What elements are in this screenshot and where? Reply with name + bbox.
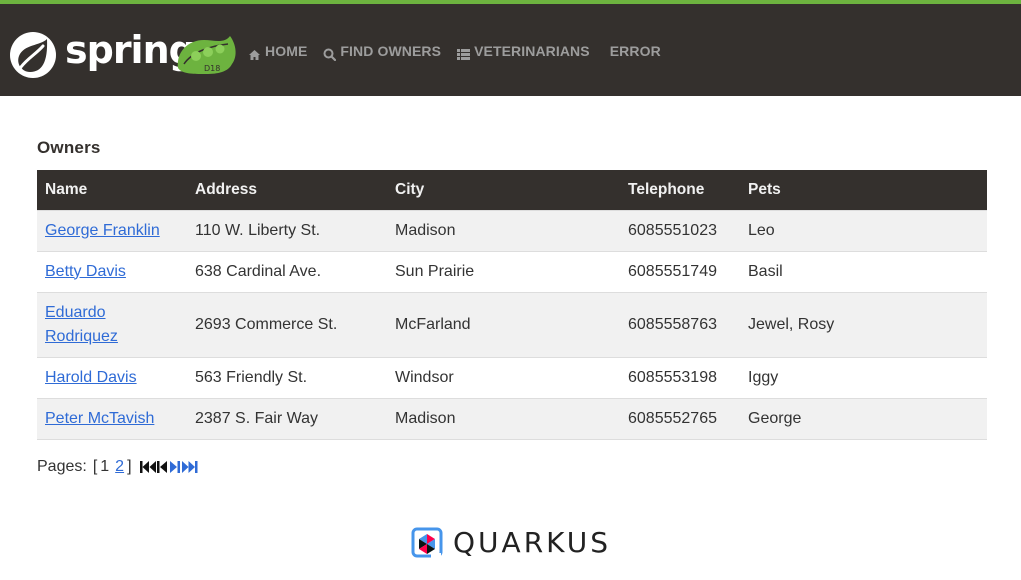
spring-leaf-icon (10, 32, 56, 78)
owner-name-link[interactable]: Betty Davis (45, 263, 126, 280)
nav-veterinarians[interactable]: VETERINARIANS (457, 40, 590, 62)
pagination: Pages: [ 1 2 ] (37, 458, 198, 476)
column-header-city: City (395, 180, 425, 198)
owner-pets: Basil (740, 250, 987, 292)
nav-error[interactable]: ERROR (610, 40, 661, 62)
owner-telephone: 6085552765 (620, 397, 740, 440)
pea-pod-icon: D18 (177, 36, 236, 74)
owner-telephone: 6085553198 (620, 356, 740, 398)
owner-telephone: 6085551749 (620, 250, 740, 292)
column-header-pets: Pets (748, 180, 781, 198)
page-title: Owners (37, 138, 101, 157)
first-page-icon[interactable] (139, 460, 157, 474)
owner-name-line1: Eduardo (45, 303, 106, 321)
search-icon (323, 45, 337, 61)
main-nav: HOME FIND OWNERS VETERINARIANS ERROR (248, 40, 677, 62)
previous-page-icon[interactable] (156, 460, 169, 474)
nav-find-owners-label: FIND OWNERS (340, 43, 442, 59)
page-2-link[interactable]: 2 (115, 458, 124, 476)
table-row: George Franklin 110 W. Liberty St. Madis… (37, 209, 987, 251)
column-header-name: Name (45, 180, 88, 198)
owner-address: 638 Cardinal Ave. (187, 250, 387, 292)
navbar: spring D18 HOME FIND OWNERS VETERINARIAN… (0, 0, 1021, 96)
table-row: Betty Davis 638 Cardinal Ave. Sun Prairi… (37, 250, 987, 292)
owner-pets: George (740, 397, 987, 440)
owner-pets: Iggy (740, 356, 987, 398)
table-row: Peter McTavish 2387 S. Fair Way Madison … (37, 397, 987, 440)
table-row: Harold Davis 563 Friendly St. Windsor 60… (37, 356, 987, 398)
owner-name-link[interactable]: George Franklin (45, 222, 160, 239)
current-page-number: 1 (100, 458, 110, 475)
list-icon (457, 45, 471, 60)
home-icon (248, 45, 261, 60)
column-header-address: Address (195, 180, 258, 198)
owner-city: Madison (387, 397, 620, 440)
pagination-open-bracket: [ (92, 458, 98, 475)
last-page-icon[interactable] (181, 460, 198, 474)
owner-name-link[interactable]: Peter McTavish (45, 410, 154, 427)
table-row: Eduardo Rodriquez 2693 Commerce St. McFar… (37, 291, 987, 357)
nav-find-owners[interactable]: FIND OWNERS (323, 40, 441, 62)
quarkus-mark-icon (411, 527, 443, 559)
owner-city: Madison (387, 209, 620, 251)
nav-home-label: HOME (265, 43, 308, 59)
pagination-label: Pages: (37, 458, 87, 475)
owner-name-line2: Rodriquez (45, 327, 118, 345)
table-header-row: Name Address City Telephone Pets (37, 170, 987, 210)
owner-telephone: 6085551023 (620, 209, 740, 251)
quarkus-wordmark: QUARKUS (453, 526, 612, 559)
owner-name-link[interactable]: Eduardo Rodriquez (45, 304, 118, 345)
owner-pets: Leo (740, 209, 987, 251)
owner-city: McFarland (387, 291, 620, 357)
owner-address: 110 W. Liberty St. (187, 209, 387, 251)
nav-error-label: ERROR (609, 43, 661, 59)
nav-home[interactable]: HOME (248, 40, 307, 62)
quarkus-logo: QUARKUS (411, 526, 611, 560)
pagination-close-bracket: ] (127, 458, 132, 475)
owner-city: Sun Prairie (387, 250, 620, 292)
spring-logo[interactable]: spring D18 (10, 28, 240, 78)
owner-telephone: 6085558763 (620, 291, 740, 357)
owner-pets: Jewel, Rosy (740, 291, 987, 357)
column-header-telephone: Telephone (628, 180, 705, 198)
owner-address: 2693 Commerce St. (187, 291, 387, 357)
nav-veterinarians-label: VETERINARIANS (474, 43, 590, 59)
owner-address: 2387 S. Fair Way (187, 397, 387, 440)
owners-table: Name Address City Telephone Pets George … (37, 170, 987, 440)
owner-city: Windsor (387, 356, 620, 398)
pea-badge-text: D18 (204, 64, 220, 73)
owner-address: 563 Friendly St. (187, 356, 387, 398)
next-page-icon[interactable] (169, 460, 181, 474)
owner-name-link[interactable]: Harold Davis (45, 369, 137, 386)
